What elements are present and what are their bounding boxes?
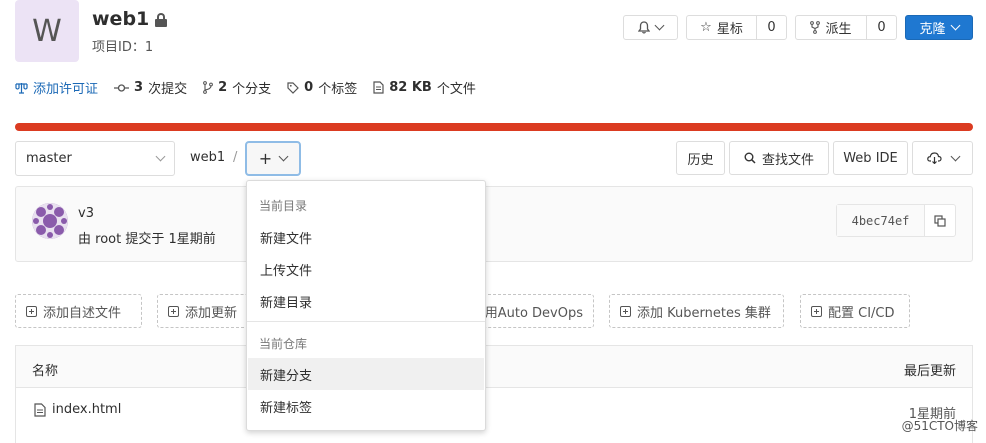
column-header-name: 名称 xyxy=(32,364,59,379)
fork-icon xyxy=(810,21,821,34)
add-changelog-label: 添加更新 xyxy=(185,305,238,321)
menu-item-new-branch[interactable]: 新建分支 xyxy=(248,358,484,390)
commit-sha-group: 4bec74ef xyxy=(836,204,956,237)
auto-devops-label: 用Auto DevOps xyxy=(484,305,583,321)
menu-item-upload-file[interactable]: 上传文件 xyxy=(248,253,484,285)
dropdown-divider xyxy=(247,321,485,322)
dropdown-header-directory: 当前目录 xyxy=(259,199,308,213)
add-kubernetes-button[interactable]: 添加 Kubernetes 集群 xyxy=(609,294,784,328)
branches-label: 个分支 xyxy=(232,82,272,97)
file-name-cell[interactable]: index.html xyxy=(34,402,121,417)
commits-label: 次提交 xyxy=(148,82,188,97)
fork-label: 派生 xyxy=(825,22,852,37)
tag-icon xyxy=(287,81,299,94)
add-readme-button[interactable]: 添加自述文件 xyxy=(15,294,142,328)
history-button[interactable]: 历史 xyxy=(676,141,725,175)
project-name[interactable]: web1 xyxy=(92,8,149,30)
branch-select-value: master xyxy=(26,151,72,166)
table-row[interactable]: index.html 1星期前 xyxy=(16,389,972,433)
tags-label: 个标签 xyxy=(318,82,358,97)
commits-stat[interactable]: 3 次提交 xyxy=(114,78,187,97)
add-readme-label: 添加自述文件 xyxy=(43,305,122,321)
last-commit-panel xyxy=(15,186,973,262)
project-stats: 添加许可证 3 次提交 2 个分支 0 个标签 82 KB 个文件 xyxy=(15,78,476,97)
branches-stat[interactable]: 2 个分支 xyxy=(203,78,271,97)
chevron-down-icon xyxy=(278,151,289,162)
chevron-down-icon xyxy=(950,151,960,161)
table-header: 名称 最后更新 xyxy=(16,346,972,388)
dropdown-header-repository: 当前仓库 xyxy=(259,337,308,351)
branches-count: 2 xyxy=(218,80,228,95)
chevron-down-icon xyxy=(155,151,166,162)
star-button[interactable]: ☆ 星标 0 xyxy=(686,15,787,40)
watermark: @51CTO博客 xyxy=(901,419,978,433)
commit-meta: 由 root 提交于 1星期前 xyxy=(78,232,216,247)
menu-item-new-file[interactable]: 新建文件 xyxy=(248,221,484,253)
copy-sha-button[interactable] xyxy=(925,205,955,236)
identicon-icon xyxy=(32,203,68,239)
lock-icon xyxy=(155,13,168,27)
star-label: 星标 xyxy=(716,22,743,37)
bell-icon xyxy=(638,21,650,34)
project-id: 项目ID：1 xyxy=(92,40,154,55)
cloud-download-icon xyxy=(926,152,942,164)
chevron-down-icon xyxy=(654,20,665,31)
branch-icon xyxy=(203,81,213,94)
scale-icon xyxy=(15,82,28,94)
add-license-link[interactable]: 添加许可证 xyxy=(15,78,98,97)
tags-stat[interactable]: 0 个标签 xyxy=(287,78,357,97)
chevron-down-icon xyxy=(950,20,960,31)
files-label: 个文件 xyxy=(436,82,476,97)
menu-item-new-tag[interactable]: 新建标签 xyxy=(248,390,484,422)
add-kubernetes-label: 添加 Kubernetes 集群 xyxy=(637,305,771,321)
download-button[interactable] xyxy=(912,141,973,175)
menu-item-new-directory[interactable]: 新建目录 xyxy=(248,285,484,317)
copy-icon xyxy=(934,214,946,227)
setup-ci-button[interactable]: 配置 CI/CD xyxy=(800,294,910,328)
license-label: 添加许可证 xyxy=(33,82,99,97)
plus-square-icon xyxy=(168,305,179,317)
star-icon: ☆ xyxy=(700,20,712,35)
files-size: 82 KB xyxy=(389,80,432,95)
commit-icon xyxy=(114,83,130,92)
files-stat[interactable]: 82 KB 个文件 xyxy=(373,78,476,97)
star-count[interactable]: 0 xyxy=(756,16,786,39)
find-file-label: 查找文件 xyxy=(761,152,814,168)
setup-ci-label: 配置 CI/CD xyxy=(828,305,895,321)
add-dropdown-menu: 当前目录 新建文件 上传文件 新建目录 当前仓库 新建分支 新建标签 xyxy=(246,180,486,431)
add-to-tree-button[interactable]: + xyxy=(245,141,301,176)
project-title[interactable]: web1 xyxy=(92,8,168,30)
tags-count: 0 xyxy=(304,80,314,95)
language-bar xyxy=(15,123,973,131)
commit-title[interactable]: v3 xyxy=(78,206,94,221)
branch-select[interactable]: master xyxy=(15,141,175,176)
fork-count[interactable]: 0 xyxy=(866,16,896,39)
clone-button[interactable]: 克隆 xyxy=(905,15,973,40)
commits-count: 3 xyxy=(134,80,144,95)
plus-icon: + xyxy=(258,149,273,168)
project-avatar: W xyxy=(15,0,79,62)
clone-label: 克隆 xyxy=(919,22,946,37)
breadcrumb[interactable]: web1 xyxy=(190,150,225,165)
project-avatar-letter: W xyxy=(32,13,62,49)
breadcrumb-separator: / xyxy=(233,150,238,165)
plus-square-icon xyxy=(620,305,631,317)
web-ide-button[interactable]: Web IDE xyxy=(833,141,908,175)
fork-button[interactable]: 派生 0 xyxy=(795,15,897,40)
column-header-updated: 最后更新 xyxy=(903,364,956,379)
search-icon xyxy=(744,152,756,164)
user-avatar[interactable] xyxy=(32,203,68,239)
commit-sha[interactable]: 4bec74ef xyxy=(837,205,925,236)
file-name[interactable]: index.html xyxy=(52,402,121,417)
file-table: 名称 最后更新 index.html 1星期前 xyxy=(15,345,973,443)
notification-button[interactable] xyxy=(623,15,678,40)
plus-square-icon xyxy=(811,305,822,317)
file-icon xyxy=(34,402,46,417)
plus-square-icon xyxy=(26,305,37,317)
find-file-button[interactable]: 查找文件 xyxy=(729,141,829,175)
file-icon xyxy=(373,81,384,94)
